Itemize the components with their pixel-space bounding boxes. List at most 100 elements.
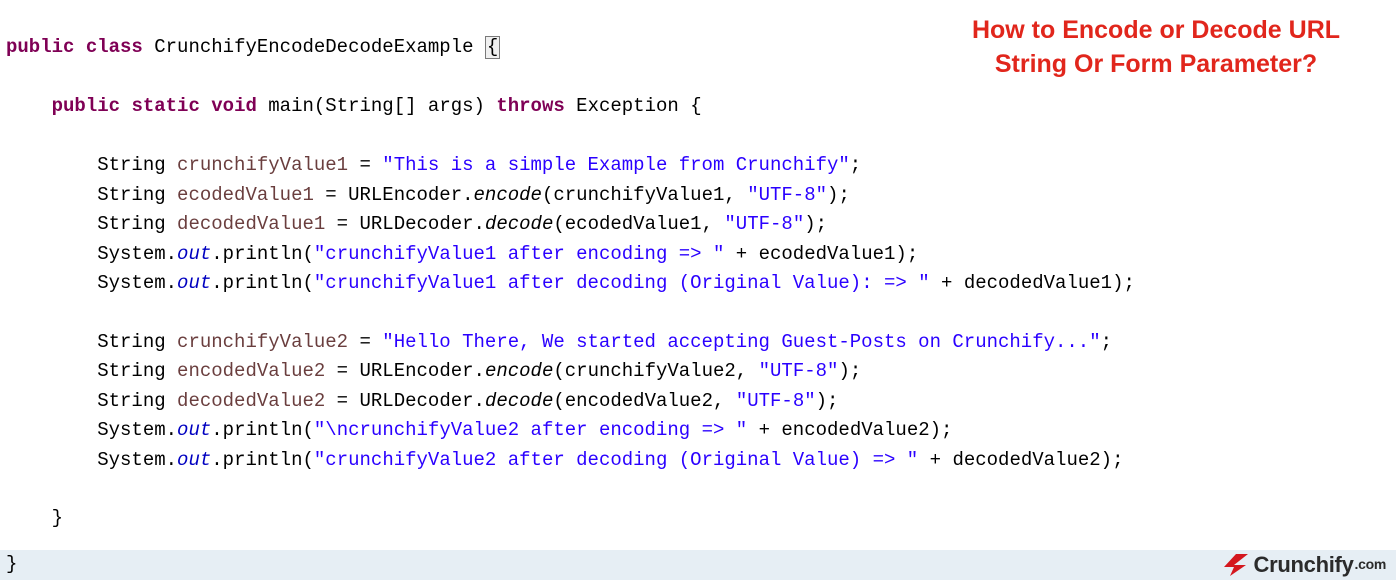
- op-eq: =: [348, 154, 382, 176]
- arg-dv1: decodedValue1: [964, 272, 1112, 294]
- op-plus: +: [918, 449, 952, 471]
- article-title-line2: String Or Form Parameter?: [946, 48, 1366, 82]
- paren-open: (: [553, 360, 564, 382]
- class-system: System: [97, 272, 165, 294]
- type-exception: Exception: [576, 95, 679, 117]
- class-urldecoder: URLDecoder: [360, 390, 474, 412]
- paren-close: ): [930, 419, 941, 441]
- arg-cv2: crunchifyValue2: [565, 360, 736, 382]
- field-out: out: [177, 272, 211, 294]
- semicolon: ;: [1101, 331, 1112, 353]
- op-plus: +: [930, 272, 964, 294]
- op-eq: =: [325, 360, 359, 382]
- string-literal: "crunchifyValue1 after decoding (Origina…: [314, 272, 930, 294]
- semicolon: ;: [838, 184, 849, 206]
- dot: .: [211, 272, 222, 294]
- class-name: CrunchifyEncodeDecodeExample: [154, 36, 473, 58]
- type-string: String: [97, 390, 165, 412]
- arg-dv2: decodedValue2: [952, 449, 1100, 471]
- comma: ,: [736, 360, 759, 382]
- string-literal: "crunchifyValue1 after encoding => ": [314, 243, 724, 265]
- string-literal: "Hello There, We started accepting Guest…: [382, 331, 1100, 353]
- string-utf8: "UTF-8": [724, 213, 804, 235]
- op-eq: =: [314, 184, 348, 206]
- class-system: System: [97, 419, 165, 441]
- semicolon: ;: [1112, 449, 1123, 471]
- paren-open: (: [303, 449, 314, 471]
- paren-open: (: [303, 243, 314, 265]
- dot: .: [211, 449, 222, 471]
- crunchify-logo-text: Crunchify: [1254, 548, 1354, 582]
- dot: .: [474, 213, 485, 235]
- op-eq: =: [325, 213, 359, 235]
- paren-close: ): [838, 360, 849, 382]
- type-string-array: String[]: [325, 95, 416, 117]
- paren-close: ): [804, 213, 815, 235]
- brace-close: }: [6, 550, 17, 579]
- type-string: String: [97, 184, 165, 206]
- dot: .: [166, 449, 177, 471]
- class-urldecoder: URLDecoder: [360, 213, 474, 235]
- method-decode: decode: [485, 213, 553, 235]
- var-dv1: decodedValue1: [177, 213, 325, 235]
- string-literal: "This is a simple Example from Crunchify…: [382, 154, 849, 176]
- arg-ev2: encodedValue2: [565, 390, 713, 412]
- var-dv2: decodedValue2: [177, 390, 325, 412]
- class-urlencoder: URLEncoder: [360, 360, 474, 382]
- brace-close: }: [52, 507, 63, 529]
- method-main: main: [268, 95, 314, 117]
- string-utf8: "UTF-8": [747, 184, 827, 206]
- comma: ,: [724, 184, 747, 206]
- var-ev2: encodedValue2: [177, 360, 325, 382]
- type-string: String: [97, 331, 165, 353]
- keyword-throws: throws: [496, 95, 564, 117]
- dot: .: [211, 243, 222, 265]
- paren-close: ): [827, 184, 838, 206]
- article-title-line1: How to Encode or Decode URL: [946, 14, 1366, 48]
- method-encode: encode: [474, 184, 542, 206]
- article-title: How to Encode or Decode URL String Or Fo…: [946, 14, 1366, 82]
- paren-open: (: [303, 272, 314, 294]
- dot: .: [462, 184, 473, 206]
- field-out: out: [177, 449, 211, 471]
- keyword-public: public: [6, 36, 74, 58]
- method-decode: decode: [485, 390, 553, 412]
- method-encode: encode: [485, 360, 553, 382]
- string-utf8: "UTF-8": [759, 360, 839, 382]
- paren-open: (: [314, 95, 325, 117]
- var-ev1: ecodedValue1: [177, 184, 314, 206]
- brace-open: {: [690, 95, 701, 117]
- bottom-bar: } Crunchify.com: [0, 550, 1396, 580]
- keyword-class: class: [86, 36, 143, 58]
- paren-close: ): [895, 243, 906, 265]
- method-println: println: [223, 419, 303, 441]
- dot: .: [474, 360, 485, 382]
- op-eq: =: [348, 331, 382, 353]
- dot: .: [166, 243, 177, 265]
- type-string: String: [97, 154, 165, 176]
- param-args: args: [428, 95, 474, 117]
- crunchify-logo: Crunchify.com: [1220, 548, 1386, 582]
- comma: ,: [713, 390, 736, 412]
- dot: .: [166, 419, 177, 441]
- paren-open: (: [542, 184, 553, 206]
- arg-ev2: encodedValue2: [781, 419, 929, 441]
- paren-open: (: [553, 390, 564, 412]
- method-println: println: [223, 272, 303, 294]
- string-utf8: "UTF-8": [736, 390, 816, 412]
- keyword-public: public: [52, 95, 120, 117]
- crunchify-logo-dotcom: .com: [1355, 554, 1386, 576]
- op-eq: =: [325, 390, 359, 412]
- paren-close: ): [1101, 449, 1112, 471]
- crunchify-logo-icon: [1220, 554, 1248, 576]
- field-out: out: [177, 419, 211, 441]
- semicolon: ;: [850, 154, 861, 176]
- paren-close: ): [1112, 272, 1123, 294]
- comma: ,: [702, 213, 725, 235]
- arg-cv1: crunchifyValue1: [553, 184, 724, 206]
- dot: .: [211, 419, 222, 441]
- type-string: String: [97, 360, 165, 382]
- semicolon: ;: [907, 243, 918, 265]
- paren-close: ): [816, 390, 827, 412]
- op-plus: +: [724, 243, 758, 265]
